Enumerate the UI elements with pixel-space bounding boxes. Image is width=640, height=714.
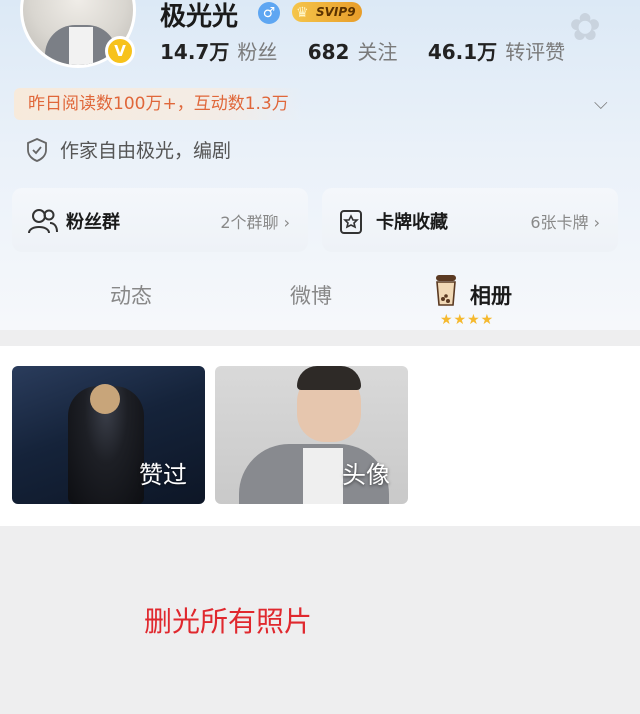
stat-following[interactable]: 682 关注 (308, 36, 398, 65)
tab-album[interactable]: 相册 (470, 280, 512, 310)
stat-followers[interactable]: 14.7万 粉丝 (160, 36, 277, 65)
overlay-caption: 删光所有照片 (144, 605, 313, 638)
avatar-shirt (69, 27, 93, 65)
card-collection-count: 6张卡牌 (530, 213, 589, 232)
card-collection-title: 卡牌收藏 (376, 212, 448, 233)
portrait-hair (297, 366, 361, 390)
shield-icon (27, 138, 47, 162)
album-label: 赞过 (139, 461, 187, 489)
chevron-right-icon: › (283, 213, 290, 232)
bubble-tea-icon (436, 275, 456, 306)
chevron-down-icon[interactable]: ⌵ (594, 94, 614, 114)
verified-v-icon: V (105, 36, 135, 66)
card-collection-card[interactable]: 卡牌收藏 6张卡牌 › (322, 188, 618, 252)
stat-value: 682 (307, 40, 350, 64)
fan-group-count: 2个群聊 (220, 213, 279, 232)
stat-label: 转评赞 (505, 40, 566, 64)
username: 极光光 (160, 2, 239, 32)
stat-value: 46.1万 (427, 40, 498, 64)
chevron-right-icon: › (593, 213, 600, 232)
stat-engagement[interactable]: 46.1万 转评赞 (428, 36, 565, 65)
fan-group-title: 粉丝群 (66, 212, 120, 233)
svip-badge[interactable]: ♛ SVIP9 (292, 2, 362, 22)
fan-group-meta: 2个群聊 › (220, 209, 290, 233)
stat-value: 14.7万 (160, 40, 230, 64)
album-rating-stars: ★★★★ (440, 312, 495, 328)
tab-weibo[interactable]: 微博 (290, 280, 332, 310)
portrait-shirt (303, 448, 343, 504)
crown-icon: ♛ (296, 5, 309, 21)
svip-label: SVIP9 (316, 5, 356, 19)
figure-face (90, 384, 120, 414)
stat-label: 关注 (357, 40, 398, 64)
profile-stats: 14.7万 粉丝 682 关注 46.1万 转评赞 (160, 36, 589, 65)
reading-stats-banner[interactable]: 昨日阅读数100万+，互动数1.3万 (14, 88, 303, 120)
fan-group-icon (28, 209, 58, 234)
male-icon: ♂ (258, 2, 280, 24)
album-liked-thumbnail[interactable]: 赞过 (12, 366, 205, 504)
stat-label: 粉丝 (237, 40, 278, 64)
fan-group-card[interactable]: 粉丝群 2个群聊 › (12, 188, 308, 252)
profile-bio: 作家自由极光，编剧 (60, 140, 232, 162)
tab-feed[interactable]: 动态 (110, 280, 152, 310)
album-avatar-thumbnail[interactable]: 头像 (215, 366, 408, 504)
card-collection-meta: 6张卡牌 › (530, 209, 600, 233)
card-collection-icon (340, 210, 362, 234)
album-label: 头像 (342, 461, 390, 489)
